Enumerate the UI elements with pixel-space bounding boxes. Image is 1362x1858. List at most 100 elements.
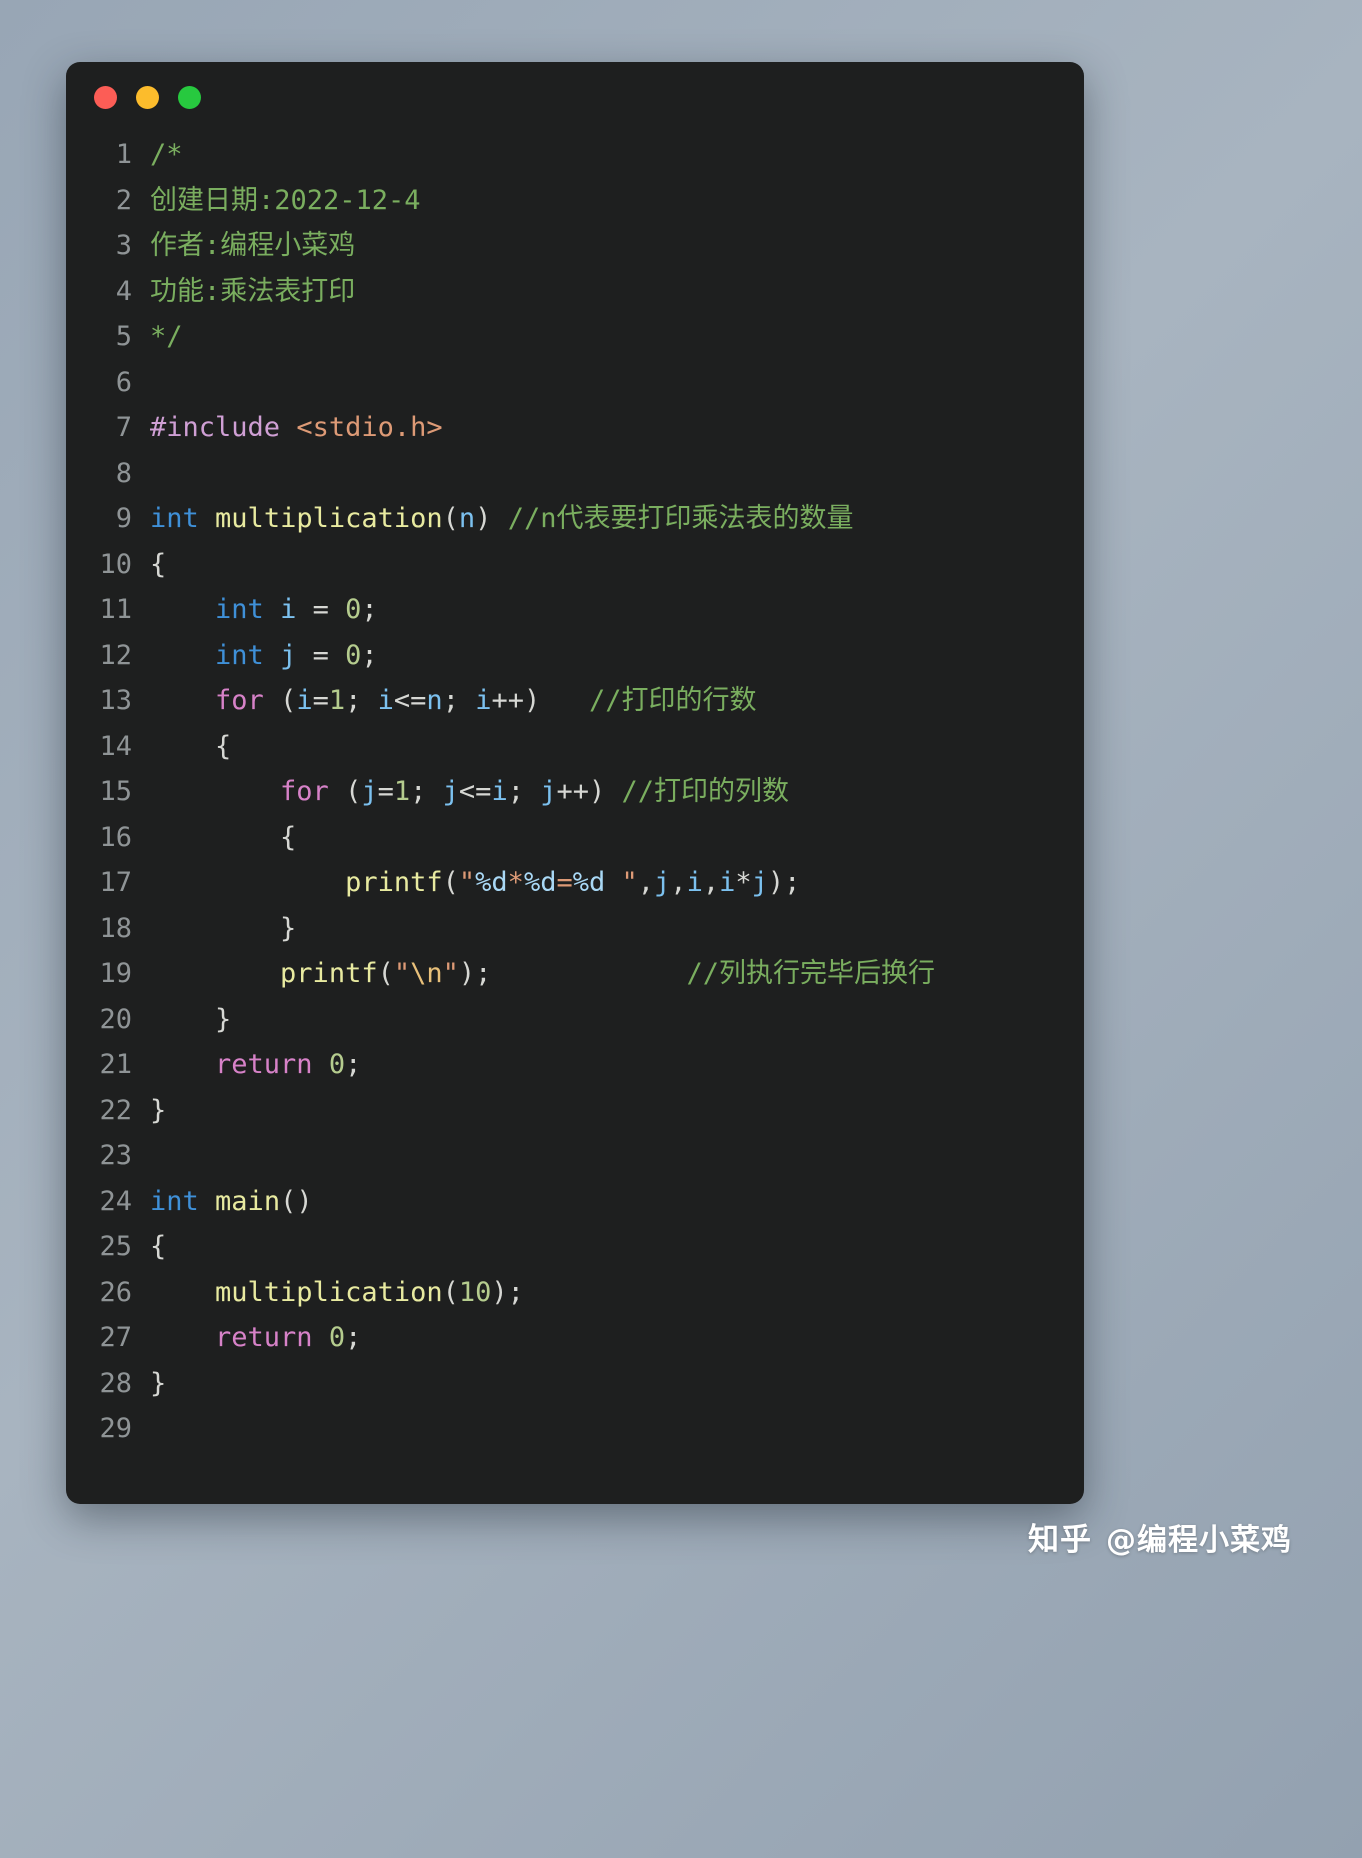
code-token: %d	[475, 867, 508, 898]
code-token: (	[442, 867, 459, 898]
code-line[interactable]: 6	[66, 360, 1084, 406]
code-line[interactable]: 8	[66, 451, 1084, 497]
line-number: 4	[115, 275, 132, 307]
line-content: int multiplication(n) //n代表要打印乘法表的数量	[150, 496, 853, 542]
code-line[interactable]: 29	[66, 1406, 1084, 1452]
code-line[interactable]: 1 /*	[66, 132, 1084, 178]
line-number: 9	[115, 503, 132, 534]
code-line[interactable]: 27 return 0;	[66, 1315, 1084, 1361]
code-token: *	[735, 867, 752, 898]
code-line[interactable]: 13 for (i=1; i<=n; i++) //打印的行数	[66, 678, 1084, 724]
line-number: 8	[115, 457, 132, 489]
code-line[interactable]: 18 }	[66, 906, 1084, 952]
code-line[interactable]: 24 int main()	[66, 1179, 1084, 1225]
code-token: multiplication	[215, 1276, 443, 1308]
code-line[interactable]: 2 创建日期:2022-12-4	[66, 178, 1084, 224]
line-content: int i = 0;	[150, 587, 378, 633]
code-editor[interactable]: 1 /* 2 创建日期:2022-12-4 3 作者:编程小菜鸡 4 功能:乘法表打印 5 */ 6…	[66, 132, 1084, 1452]
code-token: "	[621, 867, 638, 898]
line-content: printf("%d*%d=%d ",j,i,i*j);	[150, 860, 800, 906]
line-number: 13	[99, 685, 132, 716]
code-line[interactable]: 16 {	[66, 815, 1084, 861]
code-token: ++)	[491, 685, 541, 716]
code-token: ;	[507, 776, 541, 807]
line-number: 1	[115, 139, 132, 170]
code-token: }	[150, 912, 297, 944]
code-token: //打印的行数	[589, 685, 757, 716]
code-line[interactable]: 23	[66, 1133, 1084, 1179]
code-token: j	[654, 867, 671, 898]
code-token: <=	[458, 776, 492, 807]
code-line[interactable]: 3 作者:编程小菜鸡	[66, 223, 1084, 269]
code-token: (	[328, 776, 362, 807]
close-window-button[interactable]	[94, 85, 117, 109]
line-number: 27	[99, 1322, 132, 1353]
line-content: int main()	[150, 1179, 313, 1225]
code-line[interactable]: 12 int j = 0;	[66, 633, 1084, 679]
code-line[interactable]: 7 #include <stdio.h>	[66, 405, 1084, 451]
code-token: ;	[410, 776, 443, 807]
code-line[interactable]: 20 }	[66, 997, 1084, 1043]
code-line[interactable]: 11 int i = 0;	[66, 587, 1084, 633]
code-token: printf	[280, 958, 378, 989]
line-number: 26	[99, 1276, 132, 1308]
code-line[interactable]: 21 return 0;	[66, 1042, 1084, 1088]
code-token: \n	[410, 958, 443, 989]
line-number: 2	[115, 184, 132, 216]
code-token: {	[150, 730, 232, 762]
code-line[interactable]: 14 {	[66, 724, 1084, 770]
line-content: }	[150, 1088, 166, 1134]
code-token: ;	[442, 685, 476, 716]
code-token: j	[540, 776, 557, 807]
code-token: ;	[345, 685, 378, 716]
line-content: 创建日期:2022-12-4	[150, 178, 421, 224]
code-line[interactable]: 4 功能:乘法表打印	[66, 269, 1084, 315]
code-line[interactable]: 10 {	[66, 542, 1084, 588]
zhihu-logo: 知乎	[1028, 1522, 1092, 1558]
code-line[interactable]: 25 {	[66, 1224, 1084, 1270]
line-number: 16	[99, 821, 132, 853]
code-line[interactable]: 26 multiplication(10);	[66, 1270, 1084, 1316]
maximize-window-button[interactable]	[178, 85, 201, 109]
code-line[interactable]: 19 printf("\n"); //列执行完毕后换行	[66, 951, 1084, 997]
code-window: 1 /* 2 创建日期:2022-12-4 3 作者:编程小菜鸡 4 功能:乘法表打印 5 */ 6…	[66, 62, 1084, 1504]
code-token: int	[150, 1185, 199, 1217]
code-token: ,	[702, 867, 720, 898]
line-content: int j = 0;	[150, 633, 378, 679]
line-number: 7	[115, 412, 132, 443]
window-titlebar	[66, 62, 1084, 132]
code-token: *	[507, 867, 524, 898]
code-token: //n代表要打印乘法表的数量	[507, 503, 854, 534]
line-number: 19	[99, 958, 132, 989]
line-content: }	[150, 997, 231, 1043]
code-line[interactable]: 9 int multiplication(n) //n代表要打印乘法表的数量	[66, 496, 1084, 542]
code-token: //列执行完毕后换行	[686, 958, 936, 989]
code-token: =	[556, 867, 573, 898]
line-number: 18	[99, 912, 132, 944]
code-line[interactable]: 5 */	[66, 314, 1084, 360]
code-token: //打印的列数	[621, 776, 790, 807]
code-token: i	[491, 776, 508, 807]
code-token: <=	[393, 685, 427, 716]
code-token: int	[150, 503, 199, 534]
minimize-window-button[interactable]	[136, 85, 159, 109]
code-line[interactable]: 22}	[66, 1088, 1084, 1134]
code-line[interactable]: 17 printf("%d*%d=%d ",j,i,i*j);	[66, 860, 1084, 906]
code-line[interactable]: 28}	[66, 1361, 1084, 1407]
code-token: j	[751, 867, 768, 898]
line-content: {	[150, 1224, 166, 1270]
code-token: n	[458, 503, 476, 534]
code-token: "	[442, 958, 459, 989]
code-token: ;	[361, 594, 378, 625]
code-token: ,	[670, 867, 687, 898]
line-number: 15	[99, 776, 132, 807]
code-token: );	[491, 1276, 524, 1308]
code-line[interactable]: 15 for (j=1; j<=i; j++) //打印的列数	[66, 769, 1084, 815]
